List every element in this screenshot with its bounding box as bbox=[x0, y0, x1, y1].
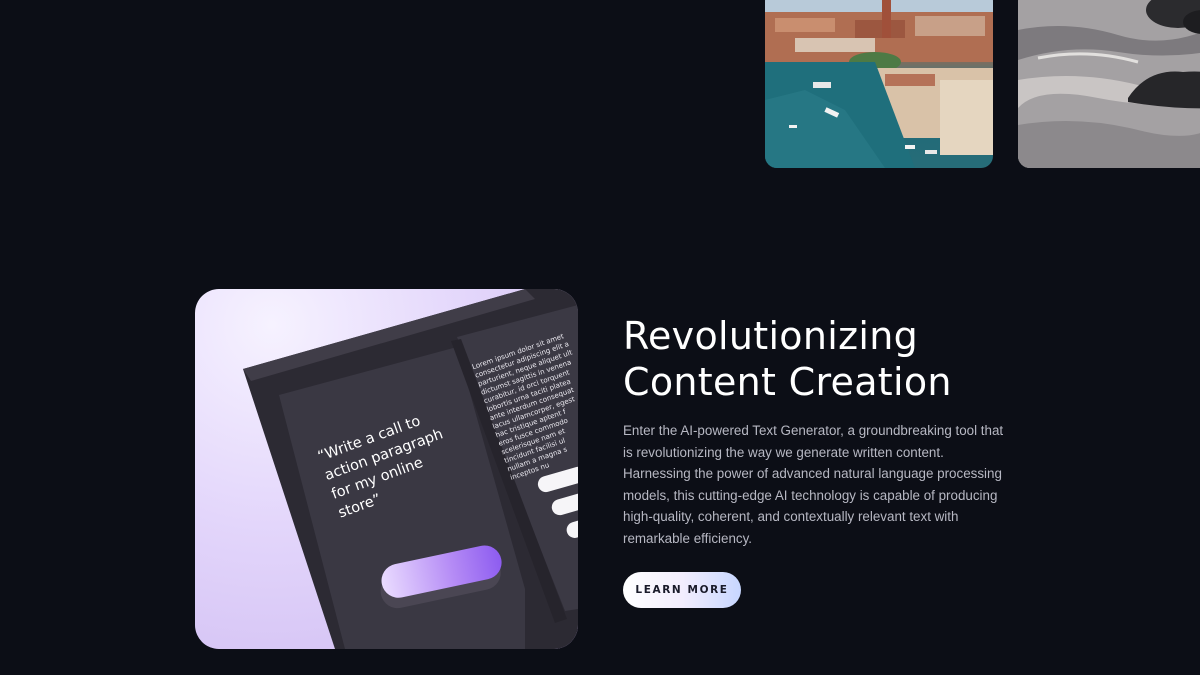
headline-line-1: Revolutionizing bbox=[623, 314, 919, 358]
learn-more-button[interactable]: LEARN MORE bbox=[623, 572, 741, 608]
ai-text-generator-illustration: “Write a call to action paragraph for my… bbox=[195, 289, 578, 649]
feature-description: Enter the AI-powered Text Generator, a g… bbox=[623, 423, 1004, 546]
feature-headline: Revolutionizing Content Creation bbox=[623, 313, 1023, 405]
venice-aerial-image bbox=[765, 0, 993, 168]
headline-line-2: Content Creation bbox=[623, 360, 952, 404]
rocky-sea-image bbox=[1018, 0, 1200, 168]
feature-content: Revolutionizing Content Creation Enter t… bbox=[623, 313, 1023, 608]
